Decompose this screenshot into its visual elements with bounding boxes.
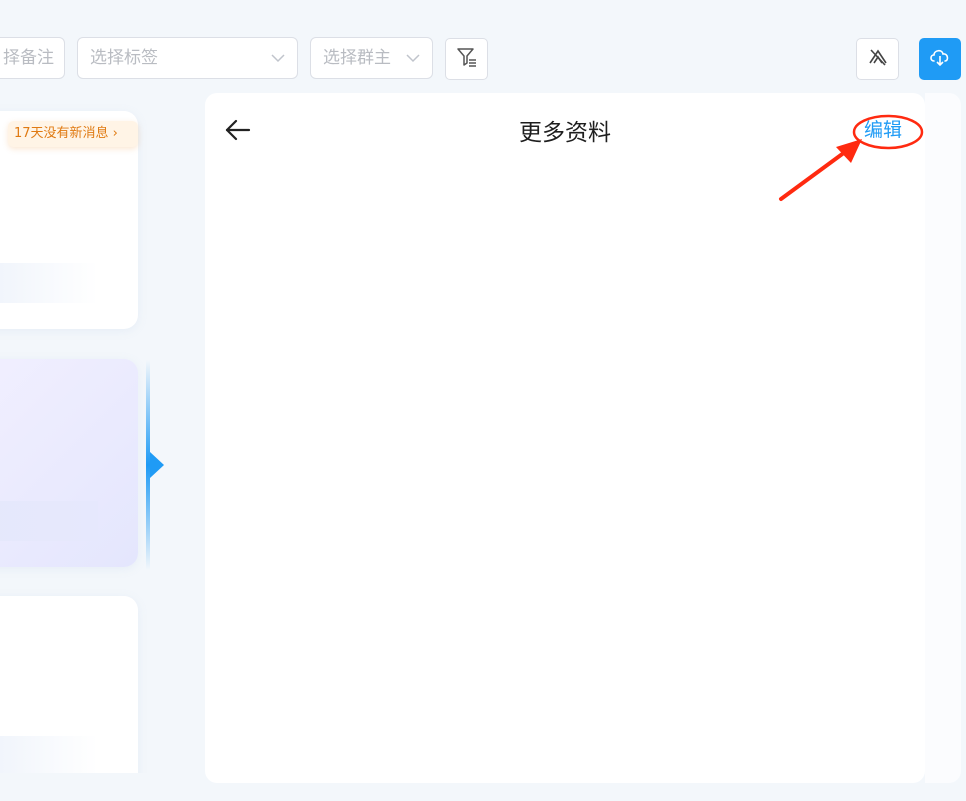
owner-select-placeholder: 选择群主 — [323, 48, 391, 68]
tag-select-placeholder: 选择标签 — [90, 48, 158, 68]
page-title: 更多资料 — [519, 120, 611, 146]
chevron-down-icon — [271, 38, 285, 78]
eye-off-icon — [867, 46, 889, 72]
cloud-download-icon — [928, 46, 952, 72]
filter-toolbar: 择备注 选择标签 选择群主 — [0, 0, 966, 90]
list-item-selected[interactable] — [0, 359, 138, 567]
group-list — [0, 93, 160, 773]
list-item-footer — [0, 501, 98, 541]
filter-button[interactable] — [445, 38, 488, 80]
filter-icon — [456, 46, 478, 72]
selected-pointer — [150, 452, 164, 478]
inactive-badge[interactable]: 17天没有新消息 › — [8, 121, 138, 147]
list-item[interactable] — [0, 596, 138, 773]
remark-filter-placeholder: 择备注 — [3, 48, 54, 68]
edit-button[interactable]: 编辑 — [864, 115, 902, 142]
more-info-panel: 更多资料 编辑 — [205, 93, 925, 783]
panel-edge — [925, 93, 961, 783]
owner-select[interactable]: 选择群主 — [310, 37, 433, 79]
download-button[interactable] — [919, 38, 961, 80]
remark-filter-input[interactable]: 择备注 — [0, 37, 65, 79]
list-item-footer — [0, 263, 98, 303]
tag-select[interactable]: 选择标签 — [77, 37, 298, 79]
hide-sensitive-button[interactable] — [856, 38, 899, 80]
list-item-footer — [0, 736, 98, 773]
chevron-down-icon — [406, 38, 420, 78]
